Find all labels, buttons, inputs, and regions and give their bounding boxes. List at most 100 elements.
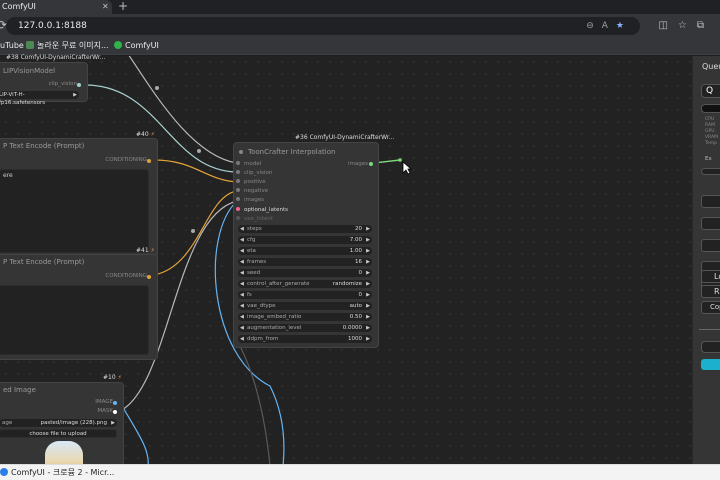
output-slot-dot[interactable] [77,83,81,87]
input-slot[interactable]: negative [236,188,268,195]
panel-divider [699,329,720,330]
menu-button-2[interactable] [701,217,720,230]
widget-fs[interactable]: ◀ fs 0 ▶ [238,291,372,299]
node-id-label: #38 ComfyUI-DynamiCrafterWr... [6,54,106,61]
input-slot[interactable]: positive [236,179,266,186]
menu-button-3[interactable] [701,239,720,252]
node-title: LIPVisionModel [3,67,56,75]
queue-prompt-button[interactable]: Q [701,84,720,98]
bookmark-comfyui[interactable]: ComfyUI [114,38,159,54]
output-slot-dot[interactable] [113,401,117,405]
bookmarks-bar: uTube 놀라운 무료 이미지... ComfyUI [0,38,720,55]
comfy-menu-panel: Queu Q CPU RAM GPU VRAM Temp Ex Lo R Cop… [692,56,720,464]
stat-gpu: GPU [705,129,715,134]
panel-button[interactable] [701,341,720,353]
stat-temp: Temp [705,141,717,146]
mouse-cursor-icon [402,161,412,175]
collapse-dot-icon[interactable] [239,150,243,154]
widget-right-arrow-icon[interactable]: ▶ [111,419,115,427]
node-id-label: #36 ComfyUI-DynamiCrafterWr... [295,134,395,141]
prompt-textarea[interactable] [0,285,149,355]
url-text[interactable]: 127.0.0.1:8188 [18,20,87,32]
input-slot[interactable]: vae_Intent [236,216,273,223]
url-action-icons: ⊖A★ [586,20,632,32]
output-slot-label[interactable]: IMAGE [95,399,113,406]
wire-dark [239,345,271,464]
input-slot[interactable]: images [236,197,264,204]
widget-seed[interactable]: ◀ seed 0 ▶ [238,269,372,277]
bookmark-youtube[interactable]: uTube [0,38,24,54]
accent-action-button[interactable] [701,359,720,370]
image-select-widget[interactable]: age pasted/image (228).png ▶ [0,419,117,427]
menu-button-1[interactable] [701,195,720,208]
wire-image-blue-2 [121,405,149,464]
output-slot-label[interactable]: CONDITIONING [105,273,147,280]
zoom-icon[interactable]: ⊖ [586,21,602,31]
widget-vae-dtype[interactable]: ◀ vae_dtype auto ▶ [238,302,372,310]
output-slot-label[interactable]: images [348,161,368,168]
node-title: ed Image [3,386,36,394]
input-slot[interactable]: model [236,161,261,168]
wire-reroute-dot [197,149,201,153]
extra-options-toggle[interactable] [701,168,720,175]
input-slot[interactable]: optional_latents [236,207,288,214]
output-slot-dot[interactable] [113,410,117,414]
refresh-button[interactable]: R [701,285,720,298]
clip-name-widget[interactable]: LIP-ViT-H-fp16.safetensors ▶ [0,91,79,106]
stat-cpu: CPU [705,117,715,122]
tab-comfyui[interactable]: ComfyUI ✕ [0,0,112,14]
node-title: P Text Encode (Prompt) [3,258,85,266]
upload-button[interactable]: choose file to upload [0,429,117,438]
widget-cfg[interactable]: ◀ cfg 7.00 ▶ [238,236,372,244]
split-screen-icon[interactable]: ◫ [658,20,677,31]
clip-text-encode-node-40[interactable]: P Text Encode (Prompt) CONDITIONING ere [0,138,158,258]
widget-image-embed-ratio[interactable]: ◀ image_embed_ratio 0.50 ▶ [238,313,372,321]
prompt-textarea[interactable]: ere [0,169,149,253]
widget-right-arrow-icon[interactable]: ▶ [73,91,77,99]
wire-negative [153,190,238,276]
load-button[interactable]: Lo [701,270,720,283]
queue-size-label: Queu [702,62,720,71]
read-aloud-icon[interactable]: A [602,21,616,31]
taskbar: ComfyUI - 크로뮴 2 - Micr... [0,464,720,480]
bookmark-favicon [114,41,122,49]
clip-text-encode-node-41[interactable]: P Text Encode (Prompt) CONDITIONING [0,254,158,360]
widget-ddpm-from[interactable]: ◀ ddpm_from 1000 ▶ [238,335,372,343]
widget-eta[interactable]: ◀ eta 1.00 ▶ [238,247,372,255]
collections-icon[interactable]: ⧉ [697,20,714,31]
node-title: P Text Encode (Prompt) [3,142,85,150]
node-graph-canvas[interactable]: #38 ComfyUI-DynamiCrafterWr... LIPVision… [0,54,692,472]
widget-frames[interactable]: ◀ frames 16 ▶ [238,258,372,266]
extra-options-label[interactable]: Ex [705,156,712,162]
taskbar-item-browser[interactable]: ComfyUI - 크로뮴 2 - Micr... [0,466,114,479]
node-badge-icon: ⚡ [150,131,155,138]
output-slot-label[interactable]: MASK [97,408,113,415]
output-slot-label[interactable]: clip_vision [49,81,77,88]
output-slot-dot[interactable] [147,275,151,279]
wire-reroute-dot [191,229,195,233]
favorites-icon[interactable]: ☆ [678,20,697,31]
bookmark-star-icon[interactable]: ★ [616,21,632,31]
widget-steps[interactable]: ◀ steps 20 ▶ [238,225,372,233]
bookmark-favicon [26,41,34,49]
bookmark-free-images[interactable]: 놀라운 무료 이미지... [26,38,109,54]
input-slot[interactable]: clip_vision [236,170,272,177]
queue-progress-bar [701,104,720,113]
node-title: ToonCrafter Interpolation [248,148,336,156]
widget-augmentation-level[interactable]: ◀ augmentation_level 0.0000 ▶ [238,324,372,332]
close-tab-icon[interactable]: ✕ [102,0,109,14]
copy-button[interactable]: Copy [701,301,720,314]
output-slot-dot[interactable] [147,159,151,163]
widget-control-after-generate[interactable]: ◀ control_after_generate randomize ▶ [238,280,372,288]
output-slot-dot[interactable] [369,162,373,166]
tab-title: ComfyUI [2,2,36,11]
output-slot-label[interactable]: CONDITIONING [105,157,147,164]
clip-vision-loader-node[interactable]: LIPVisionModel clip_vision LIP-ViT-H-fp1… [0,62,88,106]
new-tab-button[interactable]: + [118,0,128,13]
wire-reroute-dot [155,86,159,90]
tooncrafter-interpolation-node[interactable]: ToonCrafter Interpolation model clip_vis… [233,142,379,348]
load-image-node[interactable]: ed Image IMAGE MASK age pasted/image (22… [0,382,124,472]
stat-ram: RAM [705,123,715,128]
node-badge-icon: ⚡ [117,374,122,381]
url-box[interactable]: 127.0.0.1:8188 ⊖A★ [6,17,640,35]
